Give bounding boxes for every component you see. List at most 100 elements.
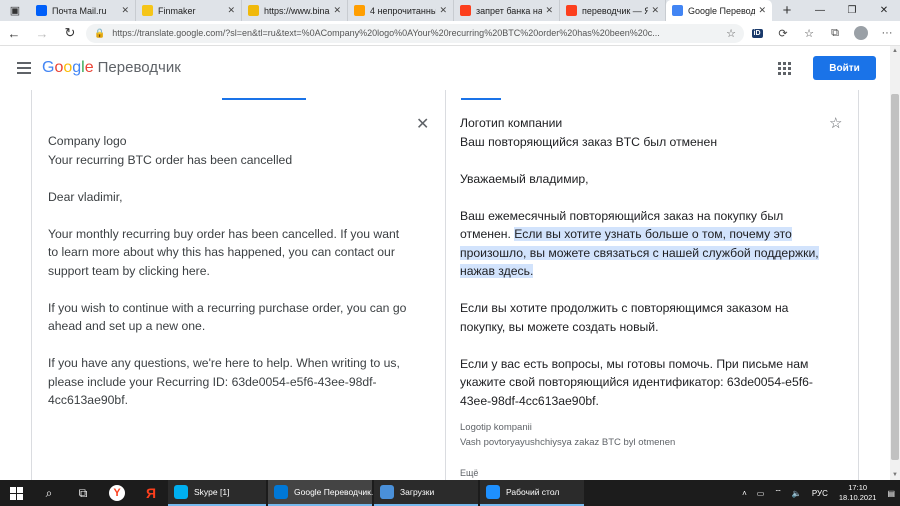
profile-avatar[interactable] xyxy=(848,26,874,40)
taskbar-app-label: Загрузки xyxy=(400,487,435,497)
browser-tab[interactable]: Finmaker ✕ xyxy=(136,0,242,21)
sign-in-button[interactable]: Войти xyxy=(813,56,876,80)
taskbar-app-label: Google Переводчик... xyxy=(294,487,378,497)
tab-label: переводчик — Я xyxy=(582,5,649,16)
yandex-icon[interactable]: Я xyxy=(134,480,168,506)
source-text-input[interactable]: Company logo Your recurring BTC order ha… xyxy=(48,132,408,428)
source-paragraph[interactable]: If you wish to continue with a recurring… xyxy=(48,299,408,336)
battery-icon[interactable]: ▭ xyxy=(757,489,765,498)
google-translate-icon xyxy=(672,5,683,16)
favorites-icon[interactable]: ☆ xyxy=(796,27,822,40)
translation-card: Company logo Your recurring BTC order ha… xyxy=(31,90,859,480)
taskbar-app[interactable]: Skype [1] xyxy=(168,480,266,506)
scroll-up-icon[interactable]: ▲ xyxy=(890,46,900,56)
reload-icon[interactable]: ↻ xyxy=(56,25,84,41)
favorite-star-icon[interactable]: ☆ xyxy=(726,27,736,40)
finmaker-icon xyxy=(142,5,153,16)
taskbar-app[interactable]: Загрузки xyxy=(374,480,478,506)
google-apps-icon[interactable] xyxy=(778,61,791,75)
taskbar-app-label: Skype [1] xyxy=(194,487,230,497)
page-scrollbar[interactable]: ▲ ▼ xyxy=(890,46,900,480)
browser-tab[interactable]: https://www.bina ✕ xyxy=(242,0,348,21)
hamburger-menu-icon[interactable] xyxy=(17,62,31,74)
system-tray: ˄ ▭ ⌔ 🔈 РУС 17:10 18.10.2021 ▤ xyxy=(737,483,900,503)
forward-icon[interactable]: → xyxy=(28,26,56,41)
transliteration: Logotip kompanii Vash povtoryayushchiysy… xyxy=(460,422,676,448)
volume-icon[interactable]: 🔈 xyxy=(792,489,802,498)
translate-header: Google Переводчик Войти xyxy=(0,46,890,90)
network-icon[interactable]: ⌔ xyxy=(774,488,782,498)
browser-tab[interactable]: запрет банка на ✕ xyxy=(454,0,560,21)
google-translate-logo[interactable]: Google Переводчик xyxy=(42,59,181,77)
start-button[interactable] xyxy=(0,486,32,500)
browser-toolbar: ← → ↻ 🔒 https://translate.google.com/?sl… xyxy=(0,21,900,46)
target-paragraph: Уважаемый владимир, xyxy=(460,171,589,186)
target-paragraph: Логотип компании Ваш повторяющийся заказ… xyxy=(460,116,718,149)
app-icon xyxy=(174,485,188,499)
close-tab-icon[interactable]: ✕ xyxy=(333,5,341,16)
translation-output: Логотип компании Ваш повторяющийся заказ… xyxy=(460,114,830,429)
source-paragraph[interactable]: Company logo Your recurring BTC order ha… xyxy=(48,132,408,169)
address-bar[interactable]: 🔒 https://translate.google.com/?sl=en&tl… xyxy=(86,23,744,43)
new-tab-button[interactable]: + xyxy=(772,0,802,21)
tab-label: Finmaker xyxy=(158,5,196,16)
collections-icon[interactable]: ⧉ xyxy=(822,27,848,40)
browser-tab[interactable]: Google Переводч ✕ xyxy=(666,0,772,21)
app-icon xyxy=(274,485,288,499)
language-indicator[interactable]: РУС xyxy=(812,489,828,498)
scrollbar-thumb[interactable] xyxy=(891,94,899,460)
clock-date: 18.10.2021 xyxy=(838,493,877,502)
browser-tab[interactable]: Почта Mail.ru ✕ xyxy=(30,0,136,21)
close-tab-icon[interactable]: ✕ xyxy=(651,5,659,16)
save-translation-star-icon[interactable]: ☆ xyxy=(829,114,842,132)
source-paragraph[interactable]: Dear vladimir, xyxy=(48,188,408,207)
clock[interactable]: 17:10 18.10.2021 xyxy=(839,483,877,503)
clear-source-icon[interactable]: ✕ xyxy=(416,114,429,134)
panel-divider xyxy=(445,90,446,480)
close-tab-icon[interactable]: ✕ xyxy=(545,5,553,16)
more-link[interactable]: Ещё xyxy=(460,468,478,478)
envelope-icon xyxy=(354,5,365,16)
menu-dots-icon[interactable]: ··· xyxy=(874,27,900,39)
minimize-icon[interactable]: — xyxy=(804,0,836,21)
app-icon xyxy=(380,485,394,499)
extension-icon[interactable]: ⟳ xyxy=(770,27,796,40)
tab-label: запрет банка на xyxy=(476,5,543,16)
close-tab-icon[interactable]: ✕ xyxy=(439,5,447,16)
windows-taskbar: ⌕ ⧉ Y Я Skype [1] Google Переводчик... Заг… xyxy=(0,480,900,506)
tray-overflow-icon[interactable]: ˄ xyxy=(742,489,747,498)
mail-ru-icon xyxy=(36,5,47,16)
highlighted-sentence[interactable]: Если вы хотите узнать больше о том, поче… xyxy=(460,227,819,278)
browser-tab[interactable]: 4 непрочитанны ✕ xyxy=(348,0,454,21)
window-controls: — ❐ ✕ xyxy=(804,0,900,21)
close-tab-icon[interactable]: ✕ xyxy=(758,5,766,16)
task-view-icon[interactable]: ⧉ xyxy=(66,480,100,506)
yandex-icon xyxy=(460,5,471,16)
browser-tab-strip: ▣ Почта Mail.ru ✕ Finmaker ✕ https://www.bin… xyxy=(0,0,900,21)
close-window-icon[interactable]: ✕ xyxy=(868,0,900,21)
scroll-down-icon[interactable]: ▼ xyxy=(890,470,900,480)
close-tab-icon[interactable]: ✕ xyxy=(227,5,235,16)
restore-icon[interactable]: ❐ xyxy=(836,0,868,21)
notifications-icon[interactable]: ▤ xyxy=(887,489,895,498)
lock-icon[interactable]: 🔒 xyxy=(94,28,105,39)
browser-tab[interactable]: переводчик — Я ✕ xyxy=(560,0,666,21)
taskbar-app[interactable]: Рабочий стол xyxy=(480,480,584,506)
taskbar-app[interactable]: Google Переводчик... xyxy=(268,480,378,506)
taskbar-app-label: Рабочий стол xyxy=(506,487,560,497)
target-paragraph: Если вы хотите продолжить с повторяющимс… xyxy=(460,301,789,334)
source-paragraph[interactable]: If you have any questions, we're here to… xyxy=(48,354,408,410)
close-tab-icon[interactable]: ✕ xyxy=(121,5,129,16)
windows-logo-icon xyxy=(9,486,23,500)
back-icon[interactable]: ← xyxy=(0,26,28,41)
tab-label: Почта Mail.ru xyxy=(52,5,107,16)
url-text[interactable]: https://translate.google.com/?sl=en&tl=r… xyxy=(112,28,720,38)
source-paragraph[interactable]: Your monthly recurring buy order has bee… xyxy=(48,225,408,281)
binance-icon xyxy=(248,5,259,16)
yandex-browser-icon[interactable]: Y xyxy=(100,480,134,506)
tab-label: Google Переводч xyxy=(688,5,756,16)
tab-actions-icon[interactable]: ▣ xyxy=(0,0,30,21)
id-extension-icon[interactable]: iD xyxy=(744,28,770,38)
translate-content: Company logo Your recurring BTC order ha… xyxy=(0,90,890,480)
search-icon[interactable]: ⌕ xyxy=(32,480,66,506)
